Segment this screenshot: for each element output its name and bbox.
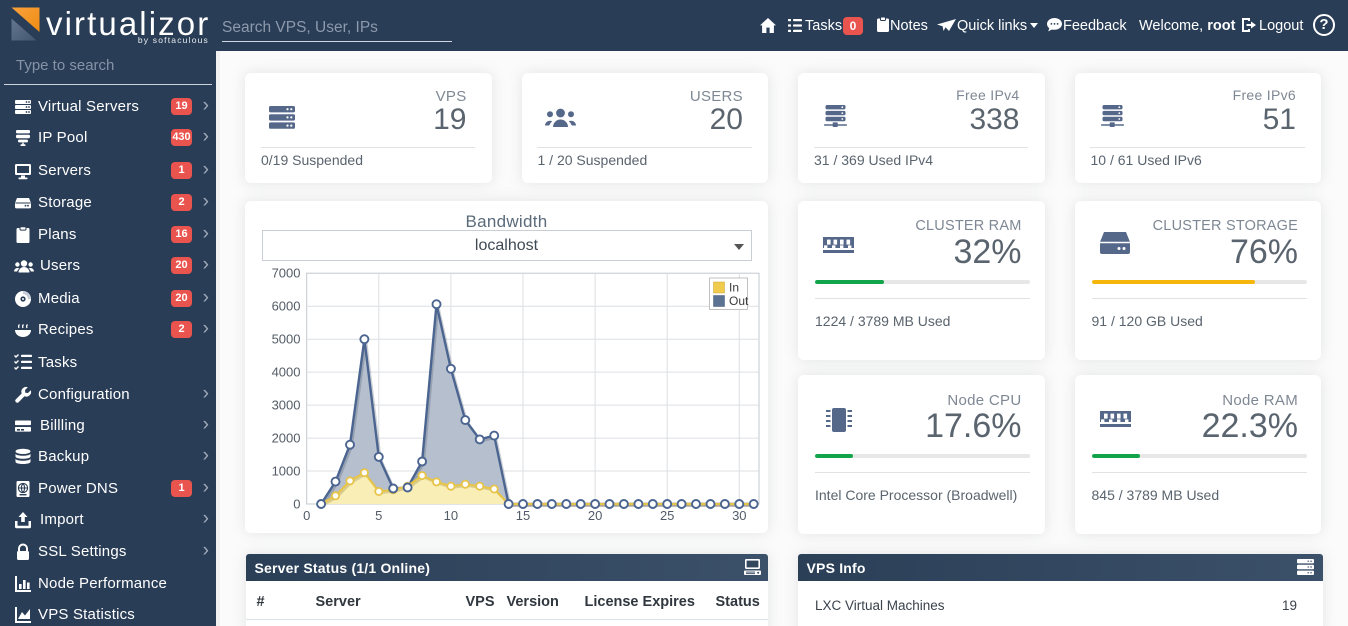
svg-text:20: 20 bbox=[588, 508, 602, 523]
svg-text:10: 10 bbox=[444, 508, 458, 523]
svg-text:6000: 6000 bbox=[272, 298, 301, 313]
svg-text:2000: 2000 bbox=[272, 430, 301, 445]
svg-text:In: In bbox=[729, 280, 739, 294]
svg-text:15: 15 bbox=[516, 508, 530, 523]
svg-text:7000: 7000 bbox=[272, 265, 301, 280]
svg-text:4000: 4000 bbox=[272, 364, 301, 379]
svg-text:1000: 1000 bbox=[272, 463, 301, 478]
svg-text:0: 0 bbox=[303, 508, 310, 523]
svg-text:Out: Out bbox=[729, 294, 749, 308]
svg-text:5: 5 bbox=[375, 508, 382, 523]
svg-text:0: 0 bbox=[293, 496, 300, 511]
svg-text:3000: 3000 bbox=[272, 397, 301, 412]
svg-text:30: 30 bbox=[732, 508, 746, 523]
svg-text:25: 25 bbox=[660, 508, 674, 523]
svg-text:5000: 5000 bbox=[272, 331, 301, 346]
